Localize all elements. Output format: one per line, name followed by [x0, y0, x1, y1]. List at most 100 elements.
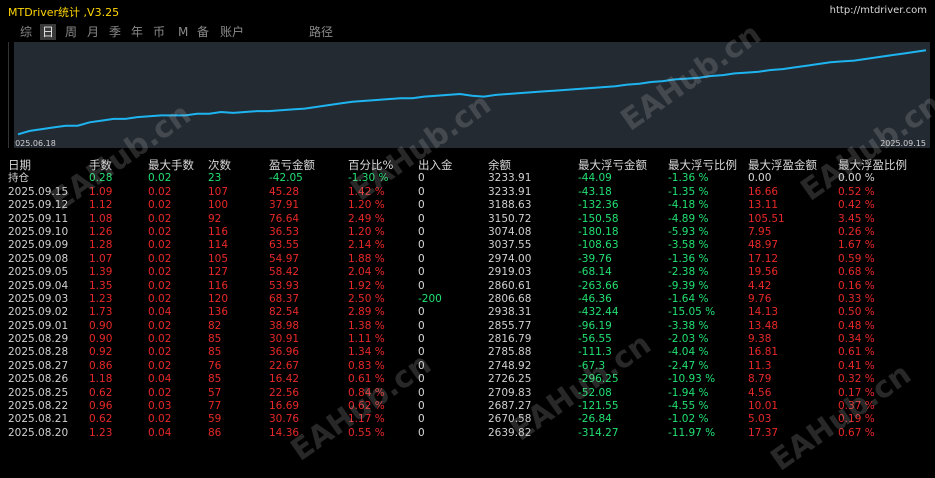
- header-cell: 余额: [488, 158, 511, 172]
- table-cell: 0.02: [148, 239, 172, 252]
- table-cell: 2.04 %: [348, 266, 385, 279]
- table-cell: 2025.09.15: [8, 185, 69, 198]
- table-cell: -314.27: [578, 426, 619, 439]
- table-cell: 0.61 %: [838, 346, 875, 359]
- tab-5[interactable]: 年: [129, 24, 145, 40]
- table-cell: 0.68 %: [838, 266, 875, 279]
- table-cell: -52.08: [578, 386, 612, 399]
- table-cell: 0: [418, 199, 425, 212]
- table-cell: -67.3: [578, 359, 606, 372]
- table-cell: 9.76: [748, 292, 772, 305]
- table-cell: 2025.08.22: [8, 400, 69, 413]
- table-cell: 0.00: [748, 172, 772, 185]
- table-row: 2025.09.08 1.07 0.02 105 54.97 1.88 % 0 2974.00…: [0, 253, 935, 266]
- table-cell: -26.84: [578, 413, 612, 426]
- table-cell: 2025.08.21: [8, 413, 69, 426]
- table-cell: 0.59 %: [838, 252, 875, 265]
- table-cell: 2025.09.11: [8, 212, 69, 225]
- table-cell: 2025.08.27: [8, 359, 69, 372]
- table-cell: 37.91: [269, 199, 300, 212]
- tab-10[interactable]: 路径: [307, 24, 335, 40]
- table-cell: 1.88 %: [348, 252, 385, 265]
- table-cell: 0.84 %: [348, 386, 385, 399]
- table-row: 2025.08.25 0.62 0.02 57 22.56 0.84 % 0 2709.83 -…: [0, 387, 935, 400]
- table-cell: 36.53: [269, 225, 300, 238]
- table-cell: 0.90: [89, 333, 113, 346]
- table-cell: 105: [208, 252, 229, 265]
- table-cell: 1.20 %: [348, 225, 385, 238]
- table-cell: 10.01: [748, 400, 779, 413]
- table-cell: 116: [208, 225, 229, 238]
- table-cell: 0: [418, 400, 425, 413]
- table-cell: 0.33 %: [838, 292, 875, 305]
- table-cell: 0.50 %: [838, 306, 875, 319]
- table-cell: 2.14 %: [348, 239, 385, 252]
- tab-6[interactable]: 币: [151, 24, 167, 40]
- table-cell: 0.02: [148, 319, 172, 332]
- table-cell: 0: [418, 212, 425, 225]
- table-cell: 1.11 %: [348, 333, 385, 346]
- app-url-link[interactable]: http://mtdriver.com: [830, 5, 927, 16]
- table-row: 2025.08.27 0.86 0.02 76 22.67 0.83 % 0 2748.92 -…: [0, 360, 935, 373]
- tab-1[interactable]: 日: [40, 24, 57, 40]
- table-cell: 77: [208, 400, 222, 413]
- table-cell: 30.76: [269, 413, 300, 426]
- table-cell: -200: [418, 292, 442, 305]
- table-cell: -1.36 %: [668, 252, 709, 265]
- table-cell: 0: [418, 319, 425, 332]
- table-cell: 0.52 %: [838, 185, 875, 198]
- table-cell: 8.79: [748, 373, 772, 386]
- table-cell: 3233.91: [488, 172, 532, 185]
- tab-8[interactable]: 备: [195, 24, 211, 40]
- table-cell: -1.02 %: [668, 413, 709, 426]
- table-cell: 2025.08.25: [8, 386, 69, 399]
- table-cell: 1.17 %: [348, 413, 385, 426]
- tab-9[interactable]: 账户: [218, 24, 246, 40]
- table-row-holding: 持仓 0.28 0.02 23 -42.05 -1.30 % 0 3233.91 -44.09 -…: [0, 172, 935, 185]
- table-cell: 0.67 %: [838, 426, 875, 439]
- tab-3[interactable]: 月: [85, 24, 101, 40]
- tab-0[interactable]: 综: [18, 24, 34, 40]
- table-cell: 持仓: [8, 172, 29, 185]
- table-cell: -180.18: [578, 225, 619, 238]
- table-cell: 14.36: [269, 426, 300, 439]
- tab-7[interactable]: M: [176, 24, 190, 40]
- tab-4[interactable]: 季: [107, 24, 123, 40]
- table-cell: 86: [208, 426, 222, 439]
- table-cell: 53.93: [269, 279, 300, 292]
- table-row: 2025.09.03 1.23 0.02 120 68.37 2.50 % -200 2806…: [0, 293, 935, 306]
- table-cell: 0.03: [148, 400, 172, 413]
- tab-2[interactable]: 周: [63, 24, 79, 40]
- table-cell: -432.44: [578, 306, 619, 319]
- table-cell: 0.02: [148, 413, 172, 426]
- table-header: 日期 手数 最大手数 次数 盈亏金额 百分比% 出入金 余额 最大浮亏金额 最大浮亏比例 最大浮盈金…: [0, 158, 935, 172]
- table-cell: 0.62: [89, 386, 113, 399]
- table-cell: 16.81: [748, 346, 779, 359]
- table-cell: 1.23: [89, 426, 113, 439]
- table-cell: 116: [208, 279, 229, 292]
- table-cell: 2025.09.01: [8, 319, 69, 332]
- table-cell: 2.50 %: [348, 292, 385, 305]
- table-cell: -2.38 %: [668, 266, 709, 279]
- table-cell: -1.35 %: [668, 185, 709, 198]
- table-cell: 0.34 %: [838, 333, 875, 346]
- table-cell: 1.07: [89, 252, 113, 265]
- x-start-label: 2025.06.18: [14, 139, 56, 148]
- header-cell: 最大手数: [148, 158, 194, 172]
- table-cell: 0.00 %: [838, 172, 875, 185]
- table-cell: 76: [208, 359, 222, 372]
- table-cell: 0.48 %: [838, 319, 875, 332]
- table-cell: 38.98: [269, 319, 300, 332]
- table-cell: 136: [208, 306, 229, 319]
- table-cell: 2816.79: [488, 333, 532, 346]
- table-cell: 68.37: [269, 292, 300, 305]
- table-cell: 2025.09.10: [8, 225, 69, 238]
- table-cell: 0: [418, 413, 425, 426]
- table-cell: 0: [418, 172, 425, 185]
- table-cell: 0.02: [148, 225, 172, 238]
- table-cell: 0.02: [148, 212, 172, 225]
- table-cell: 85: [208, 333, 222, 346]
- table-cell: -1.36 %: [668, 172, 709, 185]
- table-cell: 19.56: [748, 266, 779, 279]
- table-cell: 0: [418, 386, 425, 399]
